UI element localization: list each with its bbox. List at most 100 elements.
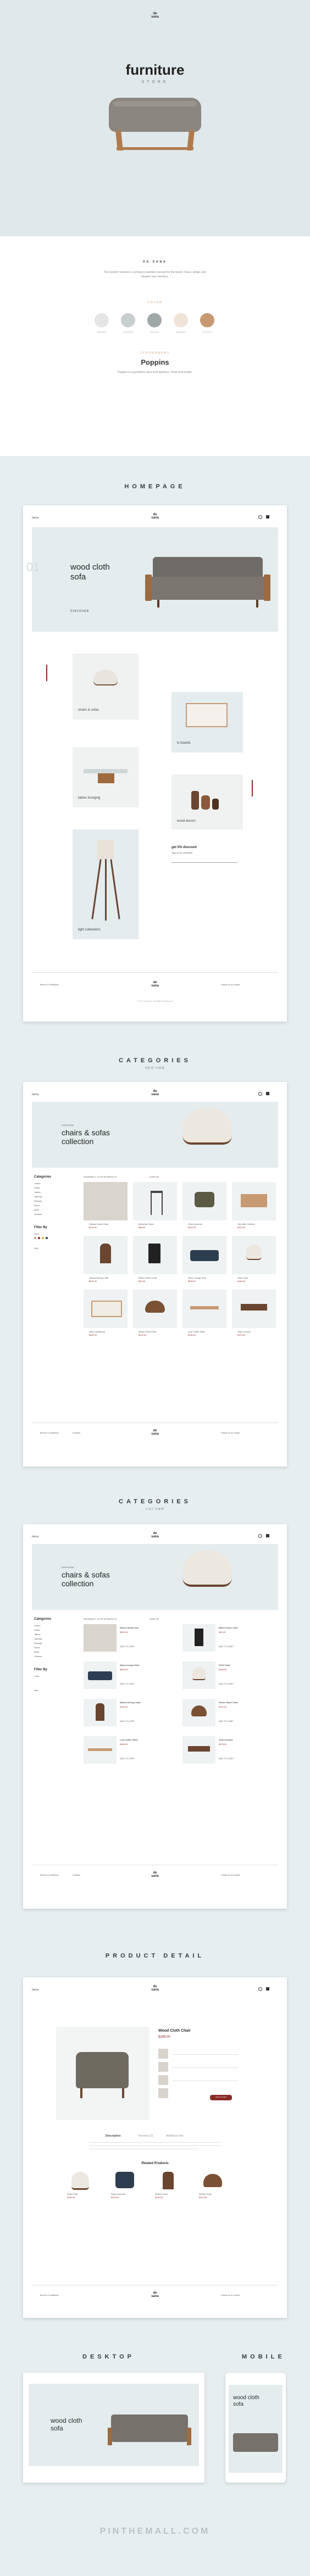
cl-cart-icon[interactable] [266,1534,269,1537]
cg-p3-price: $249.00 [188,1226,196,1229]
cg-search-icon[interactable] [258,1092,262,1096]
pd-footer-right[interactable]: Follow us on social [221,2294,240,2296]
cg-footer-left[interactable]: Terms & Conditions [40,1431,59,1434]
cg-color-dot-2[interactable] [38,1237,40,1239]
cg-side-6[interactable]: Decor [34,1204,40,1207]
pd-nav-menu[interactable]: menu [32,1988,39,1992]
cl-item-6-cart[interactable]: ADD TO CART [219,1720,234,1722]
cl-item-5-price: $140.00 [120,1705,128,1708]
cg-filter-title: Filter By [34,1226,48,1229]
cl-item-3-cart[interactable]: ADD TO CART [120,1682,135,1685]
desktop-hero-line2: sofa [51,2424,63,2432]
cl-item-1-cart[interactable]: ADD TO CART [120,1645,135,1648]
lamp-shade [97,840,114,859]
cart-icon[interactable] [266,515,269,518]
cl-item-2-cart[interactable]: ADD TO CART [219,1645,234,1648]
search-icon[interactable] [258,515,262,519]
cl-side-8[interactable]: Outdoor [34,1655,42,1658]
footer-right[interactable]: Follow us on social [221,983,240,986]
cg-color-dot-3[interactable] [42,1237,44,1239]
pd-thumb-3[interactable] [158,2075,168,2085]
cg-side-7[interactable]: Beds [34,1208,39,1211]
pd-search-icon[interactable] [258,1987,262,1991]
cl-footer-left[interactable]: Terms & Conditions [40,1874,59,1876]
pd-thumb-4[interactable] [158,2088,168,2098]
cl-item-5-cart[interactable]: ADD TO CART [120,1720,135,1722]
cg-product-1[interactable] [84,1182,128,1220]
cl-nav-logo[interactable]: de sana [148,1532,162,1538]
pd-related-1-name: Shell Chair [67,2193,78,2195]
pd-footer-left[interactable]: Terms & Conditions [40,2294,59,2296]
footer-copyright: © 2017 Desana. All Rights Reserved. [136,1000,174,1002]
cg-toolbar-sort[interactable]: SORT BY [150,1175,159,1178]
vase-2 [201,795,210,810]
pd-nav-logo[interactable]: de sana [148,1985,162,1992]
cg-color-dot-1[interactable] [34,1237,36,1239]
pd-related-4-image[interactable] [203,2174,222,2187]
pd-related-2-image[interactable] [115,2172,134,2188]
tile-light-label: light collections [78,928,101,932]
cl-side-4[interactable]: Lighting [34,1637,42,1640]
cl-item-5-name: Walnut Dining Chair [120,1701,141,1704]
pd-thumb-2[interactable] [158,2062,168,2072]
home-hero-title-2: sofa [70,572,86,582]
pd-cart-icon[interactable] [266,1987,269,1990]
cg-side-1[interactable]: Chairs [34,1182,41,1185]
cl-toolbar-sort[interactable]: SORT BY [150,1618,159,1620]
swatch-2-label: #C9CED1 [123,331,133,333]
pd-armchair [76,2052,129,2088]
pd-tab-2[interactable]: Reviews (2) [139,2134,153,2138]
pd-tab-3[interactable]: Additional Info [166,2134,184,2138]
nav-logo[interactable]: de sana [148,513,162,520]
nav-menu[interactable]: menu [32,516,39,520]
cl-footer-left2[interactable]: Contact [73,1874,80,1876]
pd-tab-1[interactable]: Description [106,2134,121,2138]
footer-left[interactable]: Terms & Conditions [40,983,59,986]
cl-side-1[interactable]: Chairs [34,1624,41,1627]
cl-side-3[interactable]: Tables [34,1633,41,1636]
cg-hero-small: SHOP NOW [62,1124,74,1127]
cl-side-5[interactable]: Storage [34,1642,42,1644]
cl-side-2[interactable]: Sofas [34,1629,40,1631]
cg-side-3[interactable]: Tables [34,1191,41,1194]
cl-side-6[interactable]: Decor [34,1646,40,1649]
mobile-hero-line2: sofa [233,2401,243,2407]
swatch-3-label: #9FA7A8 [150,331,159,333]
cg-side-8[interactable]: Outdoor [34,1213,42,1215]
cg-footer-left2[interactable]: Contact [73,1431,80,1434]
cg-side-4[interactable]: Lighting [34,1195,42,1198]
cg-nav-menu[interactable]: menu [32,1093,39,1096]
cl-logo-2: sana [151,1535,159,1538]
cl-footer-right[interactable]: Follow us on social [221,1874,240,1876]
cg-side-5[interactable]: Storage [34,1200,42,1202]
mobile-hero-line1: wood cloth [233,2395,259,2401]
homepage-card: menu de sana 01 wood cloth sofa DISCOVER… [23,505,287,1022]
pd-related-3-image[interactable] [163,2172,174,2189]
cg-cart-icon[interactable] [266,1092,269,1095]
hero-subtitle: STORE [141,80,169,84]
cg-footer-right[interactable]: Follow us on social [221,1431,240,1434]
cg-p6-price: $99.00 [139,1280,146,1283]
cg-logo-2: sana [151,1093,159,1096]
cl-filter-color: Color [34,1675,40,1677]
cl-item-4-cart[interactable]: ADD TO CART [219,1682,234,1685]
tile-tables-label: tables lounging [78,796,101,800]
pd-price: $249.00 [158,2036,170,2039]
cl-nav-menu[interactable]: menu [32,1535,39,1538]
cg-hero-line1: chairs & sofas [62,1128,110,1137]
home-hero-link[interactable]: DISCOVER [70,610,89,613]
cl-side-7[interactable]: Beds [34,1651,39,1653]
style-guide: DE.SANA The modern furniture e-commerce … [0,236,310,456]
pd-related-1-image[interactable] [71,2172,89,2190]
pd-thumb-1[interactable] [158,2049,168,2059]
cg-nav-logo[interactable]: de sana [148,1090,162,1096]
cl-item-2-name: Black Frame Chair [219,1626,239,1629]
discount-input-line[interactable] [171,862,237,863]
cl-item-8-name: Teak Console [219,1738,233,1741]
cl-search-icon[interactable] [258,1534,262,1538]
cl-item-1-thumb[interactable] [84,1624,117,1652]
cl-item-8-cart[interactable]: ADD TO CART [219,1757,234,1760]
cg-side-2[interactable]: Sofas [34,1186,40,1189]
cl-item-7-cart[interactable]: ADD TO CART [120,1757,135,1760]
cg-color-dot-4[interactable] [46,1237,48,1239]
